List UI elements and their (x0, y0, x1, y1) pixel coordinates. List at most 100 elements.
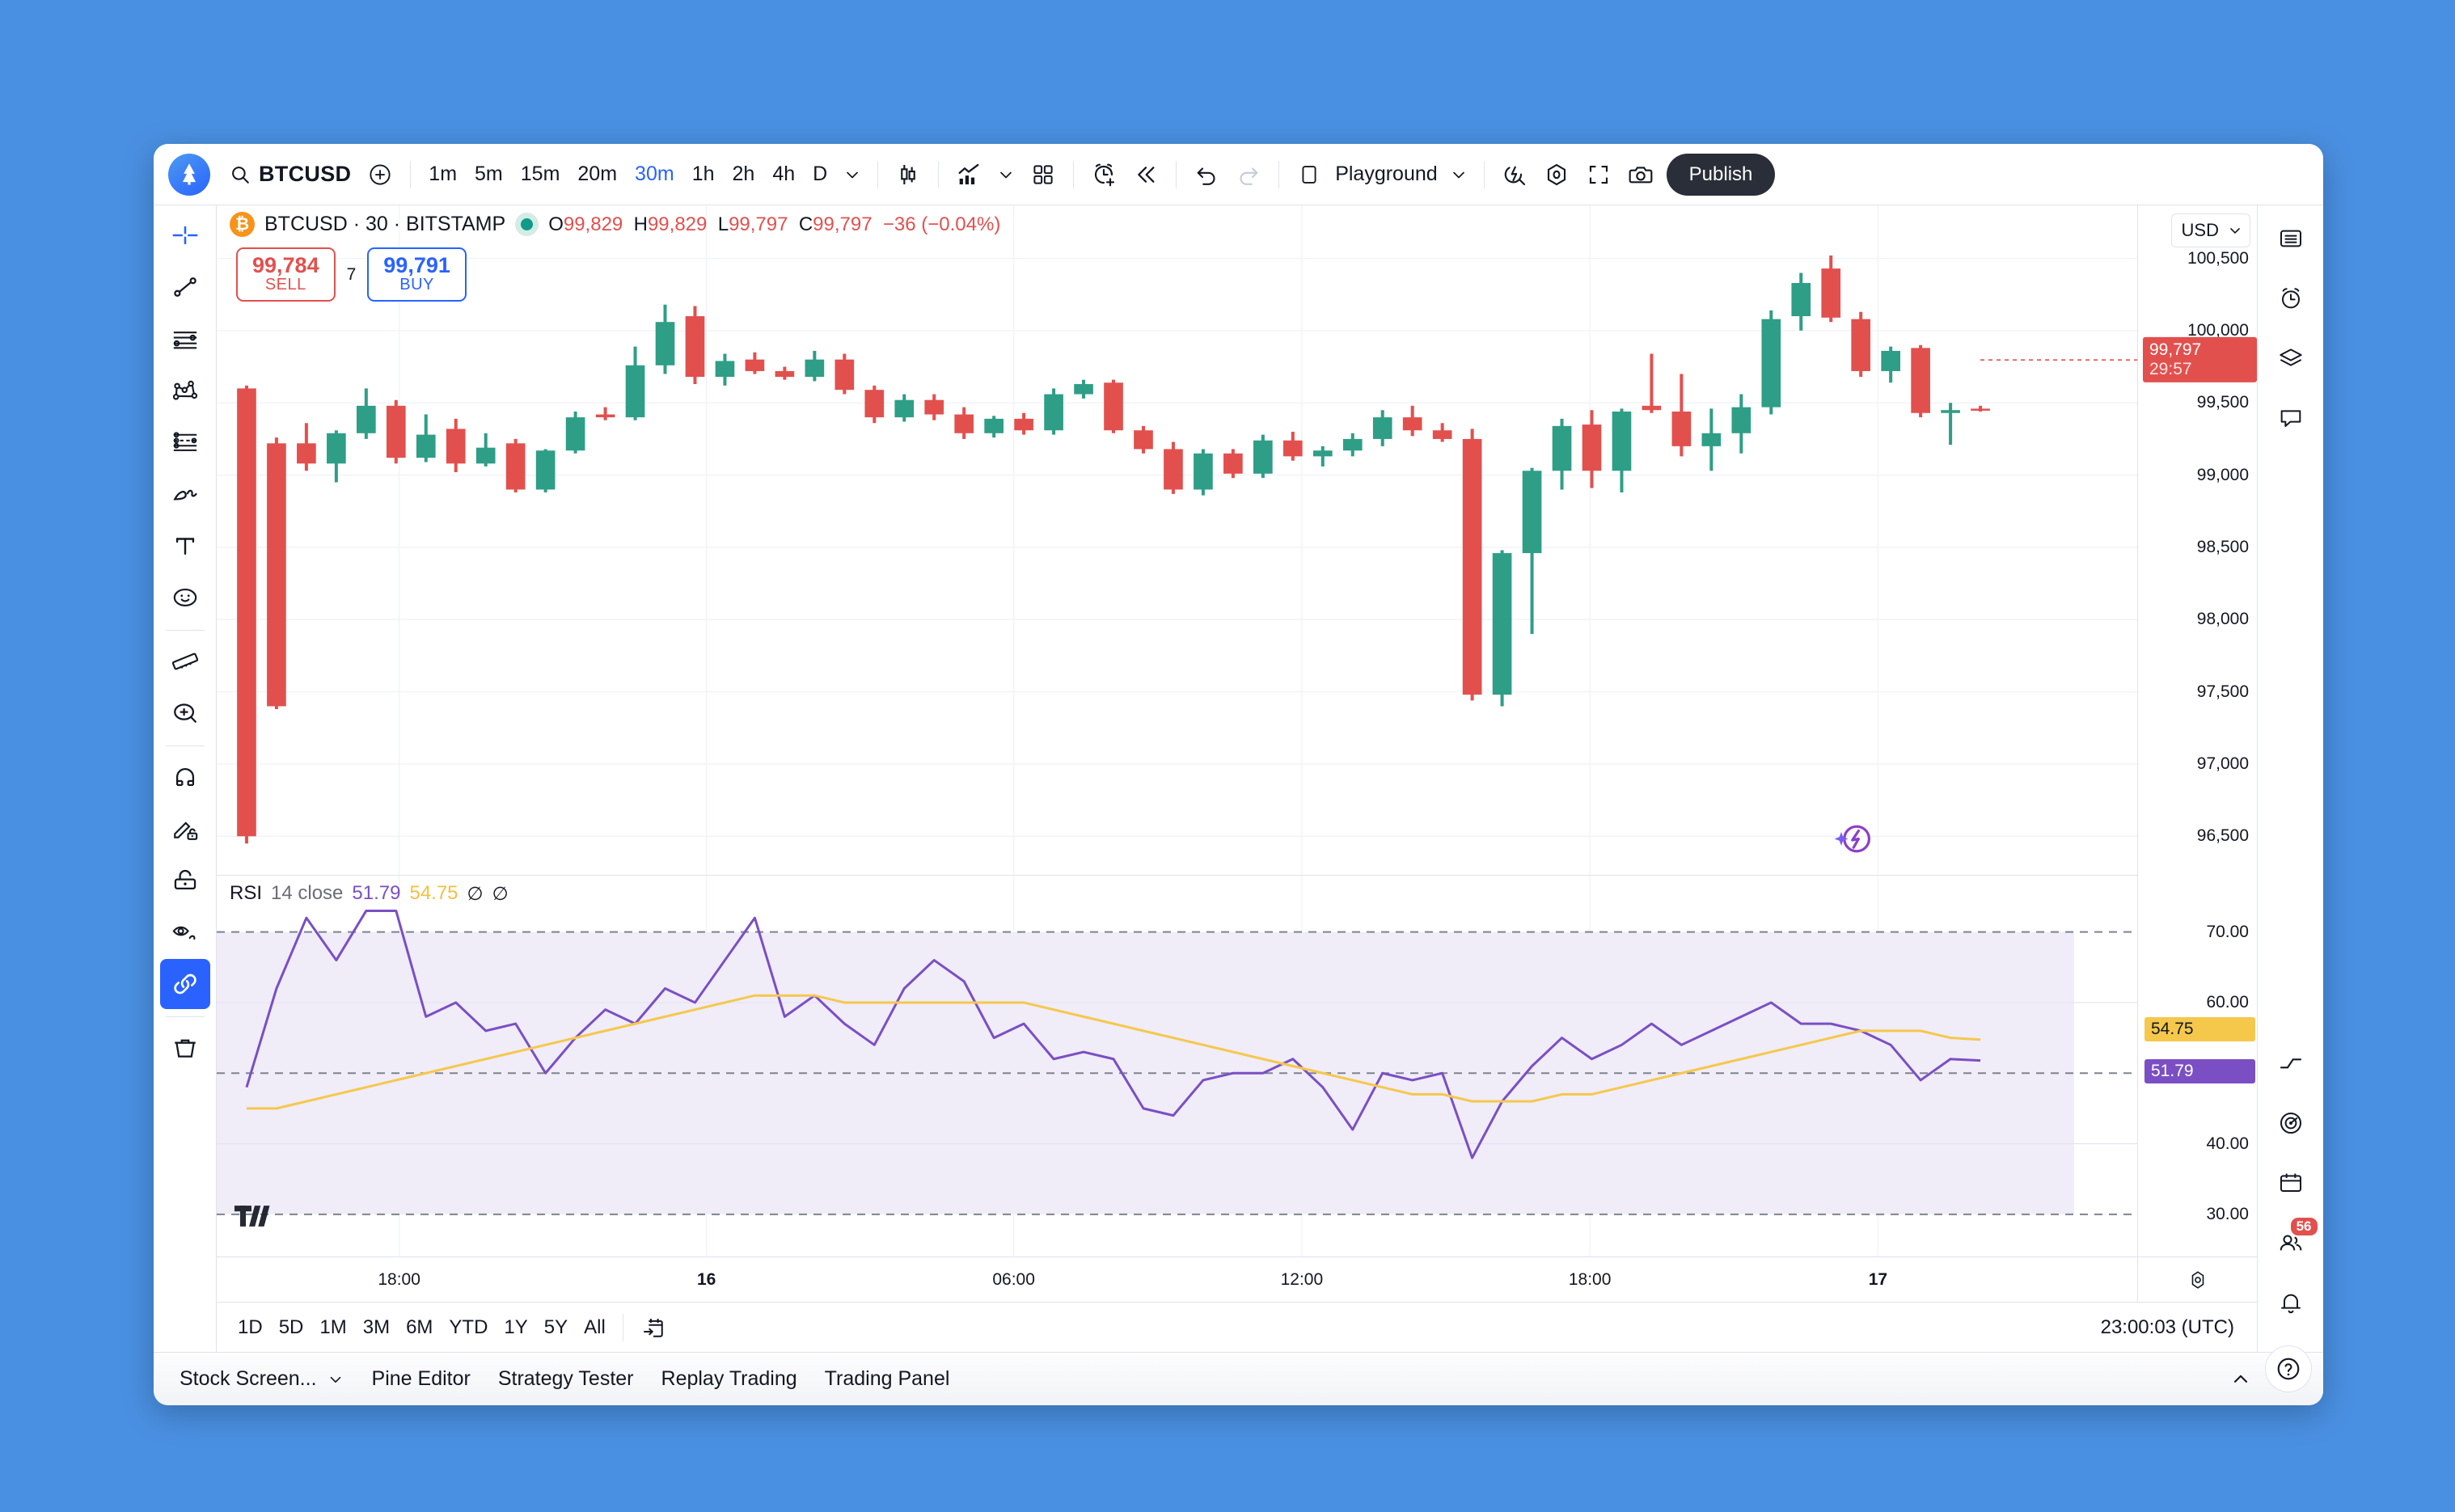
price-axis-label: 98,000 (2196, 610, 2249, 629)
tab-replay-trading[interactable]: Replay Trading (650, 1361, 809, 1397)
tab-strategy-tester[interactable]: Strategy Tester (487, 1361, 645, 1397)
indicators-icon[interactable] (948, 154, 990, 196)
fullscreen-icon[interactable] (1578, 154, 1620, 196)
range-1d[interactable]: 1D (230, 1312, 271, 1343)
candle (237, 388, 256, 837)
chart-symbol-title[interactable]: BTCUSD · 30 · BITSTAMP (264, 213, 505, 236)
trend-line-icon[interactable] (160, 262, 210, 312)
people-icon[interactable]: 56 (2266, 1216, 2319, 1268)
sell-button[interactable]: 99,784 SELL (236, 247, 336, 302)
chevron-down-icon[interactable] (327, 1371, 344, 1388)
undo-icon[interactable] (1185, 154, 1228, 196)
price-axis[interactable]: USD 100,500 100,000 99,500 99,000 98,500 98,0… (2137, 205, 2257, 1256)
calendar-icon[interactable] (2266, 1158, 2316, 1208)
redo-icon[interactable] (1228, 154, 1270, 196)
bell-icon[interactable] (2266, 1278, 2316, 1328)
range-6m[interactable]: 6M (398, 1312, 441, 1343)
range-5d[interactable]: 5D (271, 1312, 312, 1343)
pencil-lock-icon[interactable] (160, 804, 210, 854)
fib-retracement-icon[interactable] (160, 417, 210, 467)
footer-tabs: Stock Screen... Pine Editor Strategy Tes… (154, 1352, 2323, 1405)
timeframe-30m[interactable]: 30m (626, 154, 683, 195)
candlestick-icon[interactable] (887, 154, 929, 196)
candle (1194, 453, 1213, 490)
speech-bubble-icon[interactable] (2266, 393, 2316, 443)
tab-stock-screener[interactable]: Stock Screen... (168, 1361, 356, 1397)
range-1y[interactable]: 1Y (496, 1312, 535, 1343)
time-axis-settings-gear-icon[interactable] (2137, 1257, 2257, 1302)
candle (924, 399, 944, 415)
rsi-axis-label: 40.00 (2206, 1134, 2249, 1153)
current-price: 99,797 (2149, 340, 2202, 360)
chart-panes[interactable]: ₿ BTCUSD · 30 · BITSTAMP O99,829 H99,829… (217, 205, 2137, 1256)
layout-name[interactable]: Playground (1330, 163, 1442, 186)
timeframe-15m[interactable]: 15m (512, 154, 569, 195)
grid-templates-icon[interactable] (1022, 154, 1064, 196)
crosshair-icon[interactable] (160, 210, 210, 260)
hexagon-settings-icon[interactable] (1536, 154, 1578, 196)
ohlc-l-label: L (717, 213, 729, 235)
timeframe-more-chevron-down-icon[interactable] (836, 154, 868, 196)
candle (297, 443, 316, 464)
pane-divider[interactable] (217, 875, 2137, 876)
timeframe-5m[interactable]: 5m (466, 154, 512, 195)
bar-replay-icon[interactable] (1125, 154, 1167, 196)
calendar-goto-icon[interactable] (632, 1307, 674, 1349)
gauge-icon[interactable] (2266, 1098, 2316, 1148)
rsi-remove-no-entry-icon[interactable]: ∅ (492, 883, 509, 905)
range-5y[interactable]: 5Y (536, 1312, 576, 1343)
symbol-search-button[interactable]: BTCUSD (222, 157, 359, 192)
magnet-icon[interactable] (160, 752, 210, 802)
lightning-search-icon[interactable] (1494, 154, 1536, 196)
alarm-clock-add-icon[interactable] (1083, 154, 1125, 196)
eye-hide-icon[interactable] (160, 907, 210, 957)
timeframe-d[interactable]: D (804, 154, 836, 195)
indicators-chevron-down-icon[interactable] (990, 154, 1022, 196)
brush-icon[interactable] (160, 469, 210, 519)
ruler-icon[interactable] (160, 636, 210, 686)
range-3m[interactable]: 3M (355, 1312, 398, 1343)
plus-circle-icon[interactable] (359, 154, 401, 196)
layout-single-icon[interactable] (1288, 154, 1330, 196)
range-all[interactable]: All (576, 1312, 614, 1343)
magnifier-plus-icon[interactable] (160, 688, 210, 738)
layout-chevron-down-icon[interactable] (1443, 154, 1475, 196)
chevron-up-icon[interactable] (2220, 1358, 2262, 1400)
tab-trading-panel[interactable]: Trading Panel (813, 1361, 961, 1397)
text-icon[interactable] (160, 521, 210, 571)
chevron-down-icon (2227, 222, 2243, 239)
tab-pine-editor[interactable]: Pine Editor (361, 1361, 482, 1397)
link-icon[interactable] (159, 959, 210, 1009)
lock-icon[interactable] (160, 855, 210, 906)
rsi-settings-no-entry-icon[interactable]: ∅ (467, 883, 484, 905)
range-bar: 1D 5D 1M 3M 6M YTD 1Y 5Y All 23:00:03 (U… (217, 1302, 2257, 1352)
rsi-title[interactable]: RSI (230, 882, 262, 905)
hotlist-line-icon[interactable] (2266, 1038, 2316, 1088)
range-ytd[interactable]: YTD (441, 1312, 496, 1343)
tradingview-logo-icon[interactable] (168, 153, 210, 196)
timeframe-1m[interactable]: 1m (420, 154, 466, 195)
ohlc-c-value: 99,797 (813, 213, 873, 235)
trash-icon[interactable] (160, 1023, 210, 1073)
timeframe-4h[interactable]: 4h (763, 154, 804, 195)
pitchfork-icon[interactable] (160, 365, 210, 416)
smiley-icon[interactable] (160, 572, 210, 623)
publish-button[interactable]: Publish (1666, 153, 1776, 196)
watchlist-icon[interactable] (2266, 213, 2316, 264)
help-question-icon[interactable] (2265, 1345, 2312, 1392)
camera-icon[interactable] (1620, 154, 1662, 196)
candle (1312, 450, 1333, 457)
alarm-clock-icon[interactable] (2266, 273, 2316, 323)
timeframe-20m[interactable]: 20m (568, 154, 626, 195)
currency-select[interactable]: USD (2170, 213, 2250, 247)
range-1m[interactable]: 1M (311, 1312, 354, 1343)
horizontal-lines-icon[interactable] (160, 314, 210, 364)
ai-lightning-icon[interactable] (1831, 819, 1873, 861)
layers-icon[interactable] (2266, 333, 2316, 383)
time-axis[interactable]: 18:00 16 06:00 12:00 18:00 17 (217, 1256, 2257, 1302)
buy-button[interactable]: 99,791 BUY (367, 247, 467, 302)
divider (877, 160, 879, 188)
timeframe-2h[interactable]: 2h (724, 154, 764, 195)
candlestick-chart[interactable] (217, 205, 2137, 1256)
timeframe-1h[interactable]: 1h (683, 154, 724, 195)
